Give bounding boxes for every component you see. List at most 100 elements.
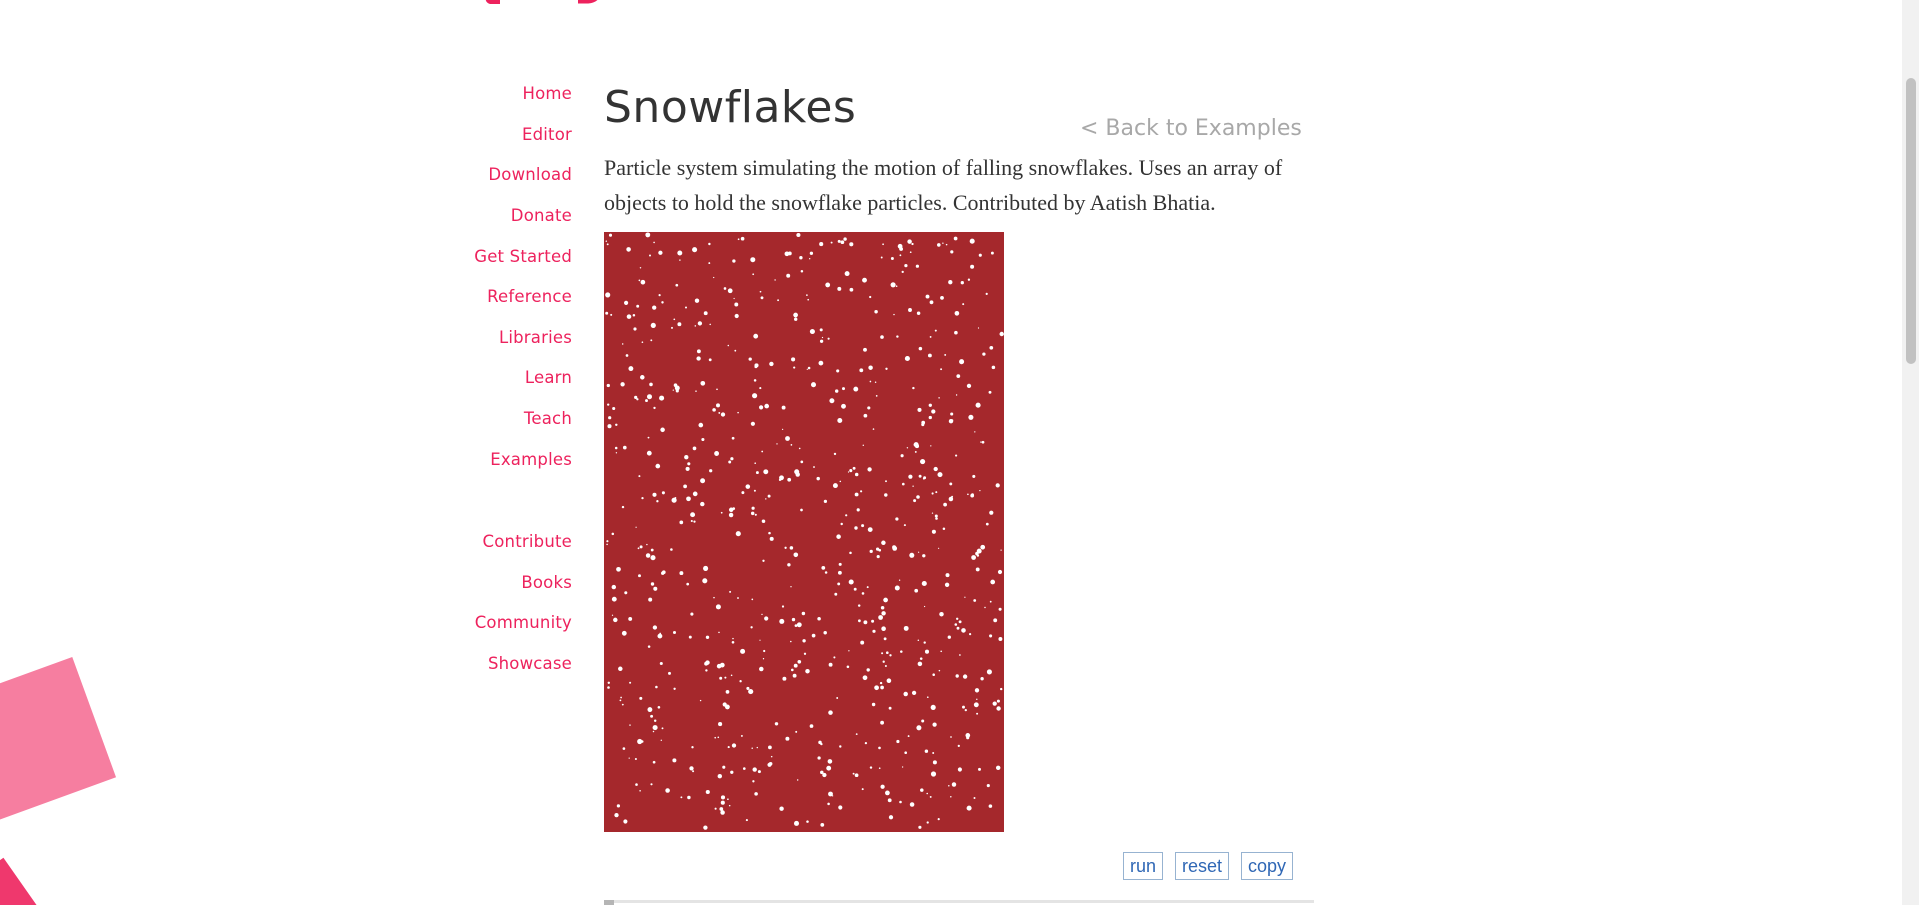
snowflake xyxy=(690,512,696,518)
snowflake xyxy=(806,820,809,823)
snowflake xyxy=(964,596,966,598)
snowflake xyxy=(867,406,871,410)
snowflake xyxy=(937,472,943,478)
snowflake xyxy=(875,395,878,397)
nav-item-donate[interactable]: Donate xyxy=(511,206,572,225)
snowflake xyxy=(996,706,1001,711)
snowflake xyxy=(827,337,830,340)
snowflake xyxy=(895,285,898,288)
snowflake xyxy=(793,663,798,668)
reset-button[interactable]: reset xyxy=(1175,852,1230,880)
snowflake xyxy=(807,298,810,301)
nav-item-teach[interactable]: Teach xyxy=(524,409,572,428)
snowflake xyxy=(732,637,734,640)
snowflake xyxy=(616,566,621,572)
snowflake xyxy=(640,375,645,380)
snowflake xyxy=(948,280,953,285)
snowflake xyxy=(838,805,843,810)
snowflake xyxy=(700,501,705,507)
snowflake xyxy=(912,485,914,487)
run-button[interactable]: run xyxy=(1123,852,1164,880)
snowflake xyxy=(819,328,823,332)
snowflake xyxy=(853,587,857,591)
page-scrollbar[interactable] xyxy=(1902,0,1919,905)
snowflake xyxy=(900,650,903,653)
snowflake xyxy=(918,825,922,829)
snowflake xyxy=(866,668,870,672)
snowflake xyxy=(753,333,759,339)
nav-item-books[interactable]: Books xyxy=(521,573,572,592)
snowflake xyxy=(818,740,822,745)
snowflake xyxy=(822,772,827,778)
snowflake xyxy=(901,766,904,768)
snowflake xyxy=(686,496,691,502)
snowflake xyxy=(796,232,801,238)
snowflake xyxy=(751,598,754,601)
snowflake xyxy=(894,585,900,591)
snowflake xyxy=(885,790,890,796)
snowflake xyxy=(921,580,927,587)
snowflake xyxy=(748,357,752,361)
snowflake xyxy=(673,318,676,321)
nav-item-reference[interactable]: Reference xyxy=(487,287,572,306)
snowflake xyxy=(881,611,886,616)
snowflake xyxy=(734,313,739,319)
snowflake xyxy=(762,559,765,562)
snowflake xyxy=(650,548,654,552)
snowflake xyxy=(964,708,967,712)
snowflake xyxy=(943,502,947,507)
snowflake xyxy=(930,445,932,447)
snowflake xyxy=(954,330,958,335)
snowflake xyxy=(871,619,875,623)
snowflake xyxy=(863,347,867,352)
snowflake xyxy=(903,625,909,631)
nav-item-showcase[interactable]: Showcase xyxy=(488,654,572,673)
p5-logo[interactable] xyxy=(480,0,640,4)
snowflake xyxy=(978,253,982,257)
snowflake xyxy=(720,800,725,805)
nav-item-get-started[interactable]: Get Started xyxy=(474,247,572,266)
snowflake xyxy=(901,482,905,486)
sketch-canvas[interactable] xyxy=(604,232,1004,832)
snowflake xyxy=(923,641,926,644)
snowflake xyxy=(985,522,989,526)
snowflake xyxy=(969,633,972,636)
snowflake xyxy=(966,805,972,811)
snowflake xyxy=(755,471,759,475)
nav-item-community[interactable]: Community xyxy=(475,613,572,632)
snowflake xyxy=(835,389,839,393)
snowflake xyxy=(641,341,644,344)
nav-item-download[interactable]: Download xyxy=(488,165,572,184)
nav-item-contribute[interactable]: Contribute xyxy=(483,532,572,551)
nav-item-home[interactable]: Home xyxy=(522,84,572,103)
snowflake xyxy=(992,701,997,706)
snowflake xyxy=(629,681,632,684)
snowflake xyxy=(606,543,608,546)
snowflake xyxy=(888,706,892,710)
snowflake xyxy=(970,264,975,269)
copy-button[interactable]: copy xyxy=(1241,852,1294,880)
snowflake xyxy=(872,428,875,430)
snowflake xyxy=(716,403,720,408)
snowflake xyxy=(607,681,610,684)
nav-item-learn[interactable]: Learn xyxy=(525,368,572,387)
snowflake xyxy=(605,311,609,315)
scrollbar-thumb[interactable] xyxy=(1906,78,1916,364)
nav-item-libraries[interactable]: Libraries xyxy=(499,328,572,347)
snowflake xyxy=(768,745,772,750)
back-to-examples-link[interactable]: < Back to Examples xyxy=(1080,116,1302,141)
snowflake xyxy=(785,736,790,741)
snowflake xyxy=(652,730,655,733)
snowflake xyxy=(796,622,802,628)
nav-item-examples[interactable]: Examples xyxy=(490,450,572,469)
snowflake xyxy=(893,313,895,316)
nav-item-editor[interactable]: Editor xyxy=(522,125,572,144)
snowflake xyxy=(615,423,618,427)
snowflake xyxy=(976,554,980,557)
snowflake xyxy=(899,254,902,257)
snowflake xyxy=(765,498,767,500)
snowflake xyxy=(794,624,798,627)
snowflake xyxy=(619,699,622,702)
snowflake xyxy=(661,727,664,730)
snowflake xyxy=(647,645,651,648)
